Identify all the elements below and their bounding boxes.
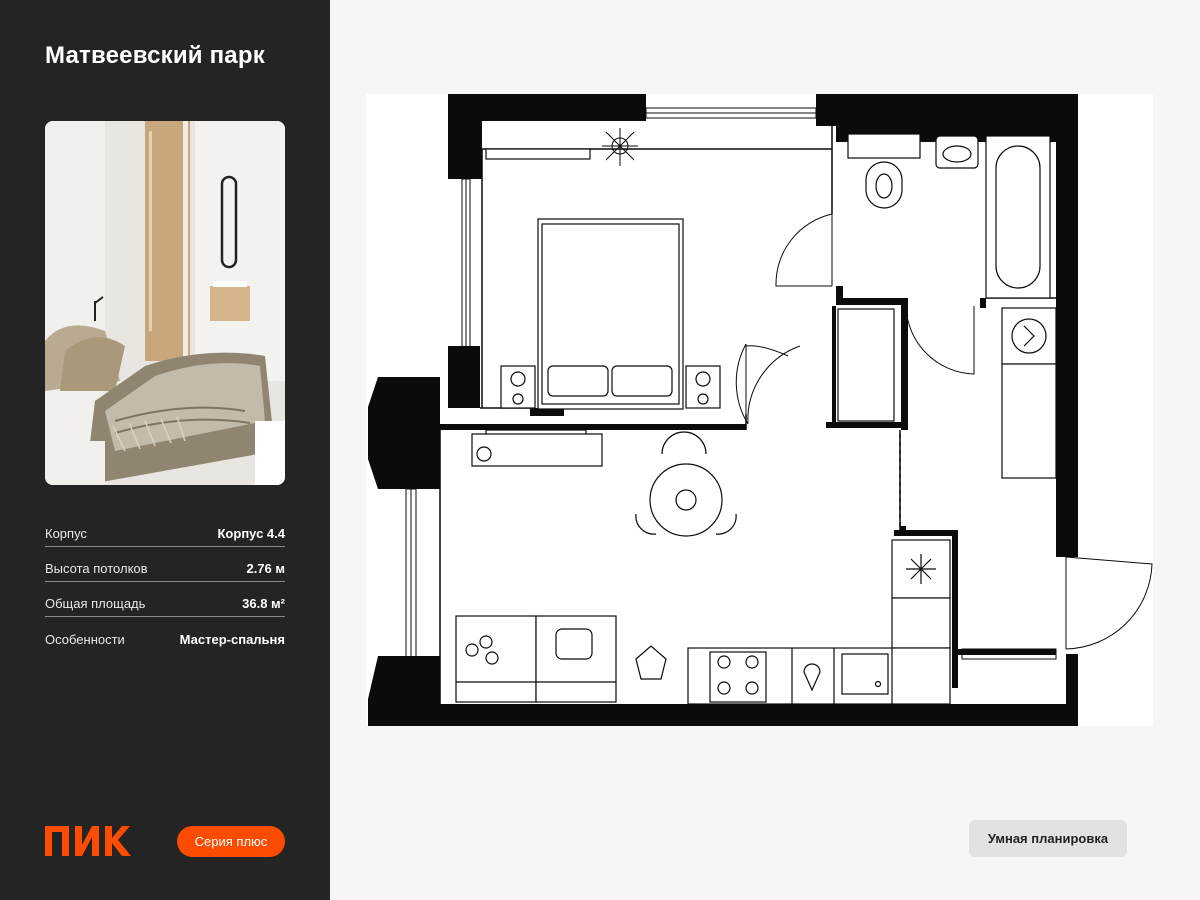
spec-value: Корпус 4.4 <box>217 526 286 541</box>
specs-list: Корпус Корпус 4.4 Высота потолков 2.76 м… <box>45 512 285 652</box>
spec-row-building: Корпус Корпус 4.4 <box>45 512 285 547</box>
spec-value: Мастер-спальня <box>179 632 285 647</box>
interior-photo <box>45 121 285 485</box>
spec-row-features: Особенности Мастер-спальня <box>45 617 285 652</box>
smart-layout-badge[interactable]: Умная планировка <box>969 820 1127 857</box>
floor-plan <box>366 94 1153 731</box>
sidebar: Матвеевский парк Корпус Корпус 4.4 Высот… <box>0 0 330 900</box>
spec-label: Корпус <box>45 526 87 541</box>
pik-logo <box>45 826 131 861</box>
series-plus-badge[interactable]: Серия плюс <box>177 826 285 857</box>
spec-value: 36.8 м² <box>242 596 285 611</box>
spec-label: Высота потолков <box>45 561 148 576</box>
spec-row-total-area: Общая площадь 36.8 м² <box>45 582 285 617</box>
spec-label: Общая площадь <box>45 596 146 611</box>
spec-value: 2.76 м <box>246 561 285 576</box>
spec-label: Особенности <box>45 632 125 647</box>
spec-row-ceiling-height: Высота потолков 2.76 м <box>45 547 285 582</box>
project-title: Матвеевский парк <box>45 42 265 69</box>
